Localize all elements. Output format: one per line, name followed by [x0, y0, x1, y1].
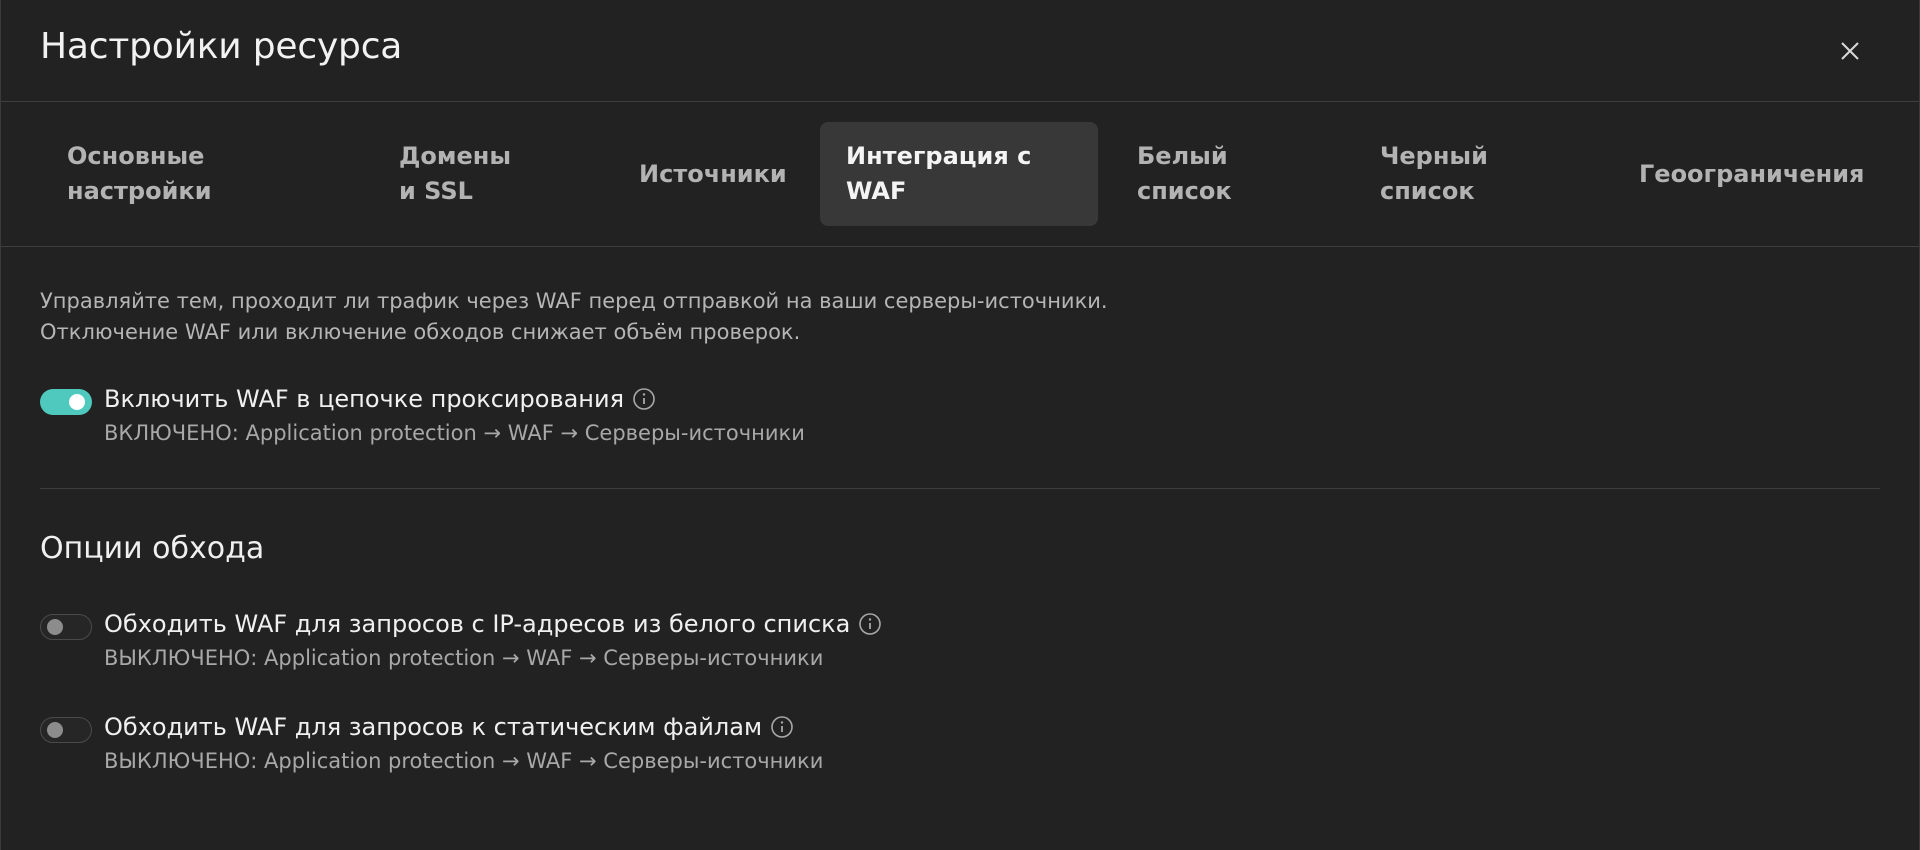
- divider: [40, 488, 1880, 489]
- bypass-static-files-toggle[interactable]: [40, 717, 92, 743]
- bypass-static-files-status: ВЫКЛЮЧЕНО: Application protection → WAF …: [104, 749, 824, 773]
- tab-label: Черный список: [1380, 142, 1488, 205]
- bypass-whitelist-label: Обходить WAF для запросов с IP-адресов и…: [104, 610, 882, 638]
- toggle-knob: [69, 394, 85, 410]
- waf-enable-label: Включить WAF в цепочке проксирования: [104, 385, 656, 413]
- tab-label: Основные настройки: [67, 142, 212, 205]
- tab-label: Источники: [639, 159, 787, 188]
- tab-geo-restrictions[interactable]: Геоограничения: [1613, 122, 1883, 226]
- info-icon[interactable]: [858, 612, 882, 636]
- tab-label: Интеграция с WAF: [846, 142, 1032, 205]
- tab-blacklist[interactable]: Черный список: [1354, 122, 1514, 226]
- bypass-whitelist-toggle[interactable]: [40, 614, 92, 640]
- section-description: Управляйте тем, проходит ли трафик через…: [40, 286, 1108, 348]
- description-line: Управляйте тем, проходит ли трафик через…: [40, 289, 1108, 313]
- tab-domains-ssl[interactable]: Домены и SSL: [373, 122, 553, 226]
- bypass-section-title: Опции обхода: [40, 531, 265, 566]
- description-line: Отключение WAF или включение обходов сни…: [40, 320, 801, 344]
- info-icon[interactable]: [770, 715, 794, 739]
- option-label-text: Обходить WAF для запросов с IP-адресов и…: [104, 610, 851, 638]
- info-icon[interactable]: [632, 387, 656, 411]
- toggle-knob: [47, 722, 63, 738]
- option-label-text: Обходить WAF для запросов к статическим …: [104, 713, 763, 741]
- bypass-static-files-label: Обходить WAF для запросов к статическим …: [104, 713, 794, 741]
- tab-whitelist[interactable]: Белый список: [1111, 122, 1261, 226]
- toggle-knob: [47, 619, 63, 635]
- tab-label: Домены и SSL: [399, 142, 512, 205]
- resource-settings-dialog: Настройки ресурса Основные настройки Дом…: [0, 0, 1920, 850]
- close-icon: [1841, 42, 1859, 60]
- waf-enable-toggle[interactable]: [40, 389, 92, 415]
- close-button[interactable]: [1833, 34, 1867, 68]
- tab-waf-integration[interactable]: Интеграция с WAF: [820, 122, 1098, 226]
- option-label-text: Включить WAF в цепочке проксирования: [104, 385, 625, 413]
- tab-label: Белый список: [1137, 142, 1232, 205]
- dialog-header: Настройки ресурса: [1, 0, 1919, 102]
- tab-general[interactable]: Основные настройки: [41, 122, 341, 226]
- bypass-whitelist-status: ВЫКЛЮЧЕНО: Application protection → WAF …: [104, 646, 824, 670]
- waf-enable-status: ВКЛЮЧЕНО: Application protection → WAF →…: [104, 421, 805, 445]
- tab-bar: Основные настройки Домены и SSL Источник…: [1, 102, 1919, 247]
- tab-label: Геоограничения: [1639, 159, 1865, 188]
- tab-sources[interactable]: Источники: [613, 122, 813, 226]
- dialog-title: Настройки ресурса: [40, 26, 403, 67]
